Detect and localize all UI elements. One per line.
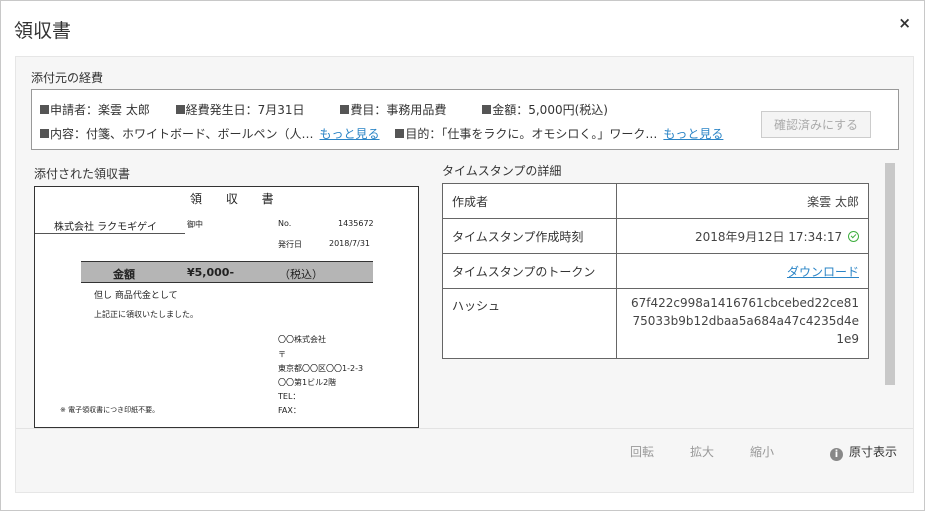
table-row: タイムスタンプ作成時刻 2018年9月12日 17:34:17 — [442, 218, 869, 254]
ts-key-time: タイムスタンプ作成時刻 — [442, 218, 617, 254]
receipt-issued-label: 発行日 — [278, 240, 302, 249]
receipt-no-value: 1435672 — [338, 219, 374, 228]
bullet-square-icon — [40, 129, 49, 138]
receipt-issuer-2: 〒 — [278, 350, 286, 359]
source-expense-title: 添付元の経費 — [31, 71, 104, 85]
modal-body: 添付元の経費 申請者：楽雲 太郎 経費発生日：7月31日 費目：事務用品費 金額… — [15, 56, 914, 493]
purpose-more-link[interactable]: もっと見る — [663, 127, 723, 141]
ts-value-token: ダウンロード — [616, 253, 869, 289]
original-size-button[interactable]: i 原寸表示 — [830, 443, 897, 461]
receipt-issuer-6: FAX： — [278, 406, 301, 415]
ts-value-hash: 67f422c998a1416761cbcebed22ce81 75033b9b… — [616, 288, 869, 359]
content-more-link[interactable]: もっと見る — [320, 127, 380, 141]
content: 内容：付箋、ホワイトボード、ボールペン（人… もっと見る — [40, 125, 380, 142]
receipt-issuer-1: 〇〇株式会社 — [278, 335, 326, 344]
source-row-1: 申請者：楽雲 太郎 経費発生日：7月31日 費目：事務用品費 金額：5,000円… — [40, 101, 620, 118]
receipt-received-line: 上記正に領収いたしました。 — [94, 310, 198, 319]
table-row: ハッシュ 67f422c998a1416761cbcebed22ce81 750… — [442, 288, 869, 359]
amount: 金額：5,000円(税込) — [482, 101, 608, 118]
bullet-square-icon — [175, 105, 185, 114]
timestamp-table: 作成者 楽雲 太郎 タイムスタンプ作成時刻 2018年9月12日 17:34:1… — [442, 183, 869, 359]
bullet-square-icon — [395, 129, 405, 138]
receipt-issued-value: 2018/7/31 — [329, 239, 371, 248]
bullet-square-icon — [40, 105, 49, 114]
table-row: タイムスタンプのトークン ダウンロード — [442, 253, 869, 289]
receipt-doc-title: 領 収 書 — [190, 192, 284, 206]
purpose: 目的：「仕事をラクに。オモシロく。」ワーク… もっと見る — [395, 125, 723, 142]
modal-title: 領収書 — [14, 20, 72, 42]
category: 費目：事務用品費 — [340, 101, 446, 118]
timestamp-title: タイムスタンプの詳細 — [442, 164, 562, 178]
ts-value-creator: 楽雲 太郎 — [616, 183, 869, 219]
ts-key-creator: 作成者 — [442, 183, 617, 219]
table-row: 作成者 楽雲 太郎 — [442, 183, 869, 219]
ts-value-time: 2018年9月12日 17:34:17 — [616, 218, 869, 254]
mark-confirmed-button[interactable]: 確認済みにする — [761, 111, 871, 138]
ts-key-token: タイムスタンプのトークン — [442, 253, 617, 289]
bullet-square-icon — [340, 105, 350, 114]
receipt-issuer-5: TEL： — [278, 392, 301, 401]
receipt-image[interactable]: 領 収 書 株式会社 ラクモギゲイ 御中 No. 1435672 発行日 201… — [34, 186, 419, 428]
details-scrollbar[interactable] — [885, 163, 895, 385]
receipt-amount-bar: 金額 ¥5,000- （税込） — [81, 261, 373, 283]
zoom-out-button[interactable]: 縮小 — [750, 443, 774, 460]
source-row-2: 内容：付箋、ホワイトボード、ボールペン（人… もっと見る 目的：「仕事をラクに。オ… — [40, 125, 735, 142]
info-icon: i — [830, 448, 843, 461]
close-icon[interactable]: × — [898, 14, 911, 32]
receipt-company: 株式会社 ラクモギゲイ — [54, 222, 157, 233]
footer-divider — [16, 428, 913, 429]
receipt-modal: 領収書 × 添付元の経費 申請者：楽雲 太郎 経費発生日：7月31日 費目：事務… — [0, 0, 925, 511]
rotate-button[interactable]: 回転 — [630, 443, 654, 460]
receipt-issuer-3: 東京都〇〇区〇〇1-2-3 — [278, 364, 364, 373]
receipt-purpose-line: 但し 商品代金として — [94, 291, 178, 301]
receipt-honorific: 御中 — [187, 220, 203, 229]
applicant: 申請者：楽雲 太郎 — [40, 101, 150, 118]
receipt-no-label: No. — [278, 219, 292, 228]
bullet-square-icon — [482, 105, 492, 114]
token-download-link[interactable]: ダウンロード — [787, 265, 859, 279]
zoom-in-button[interactable]: 拡大 — [690, 443, 714, 460]
receipt-amount-label: 金額 — [113, 268, 135, 281]
source-expense-box: 申請者：楽雲 太郎 経費発生日：7月31日 費目：事務用品費 金額：5,000円… — [31, 89, 899, 150]
receipt-divider — [35, 233, 185, 234]
ts-key-hash: ハッシュ — [442, 288, 617, 359]
verified-check-icon — [848, 230, 859, 242]
receipt-tax-note: （税込） — [279, 268, 323, 281]
attached-receipt-title: 添付された領収書 — [34, 167, 131, 181]
receipt-issuer-4: 〇〇第1ビル2階 — [278, 378, 337, 387]
receipt-stamp-note: ※ 電子領収書につき印紙不要。 — [60, 406, 160, 414]
expense-date: 経費発生日：7月31日 — [175, 101, 305, 118]
receipt-amount-value: ¥5,000- — [187, 266, 235, 279]
